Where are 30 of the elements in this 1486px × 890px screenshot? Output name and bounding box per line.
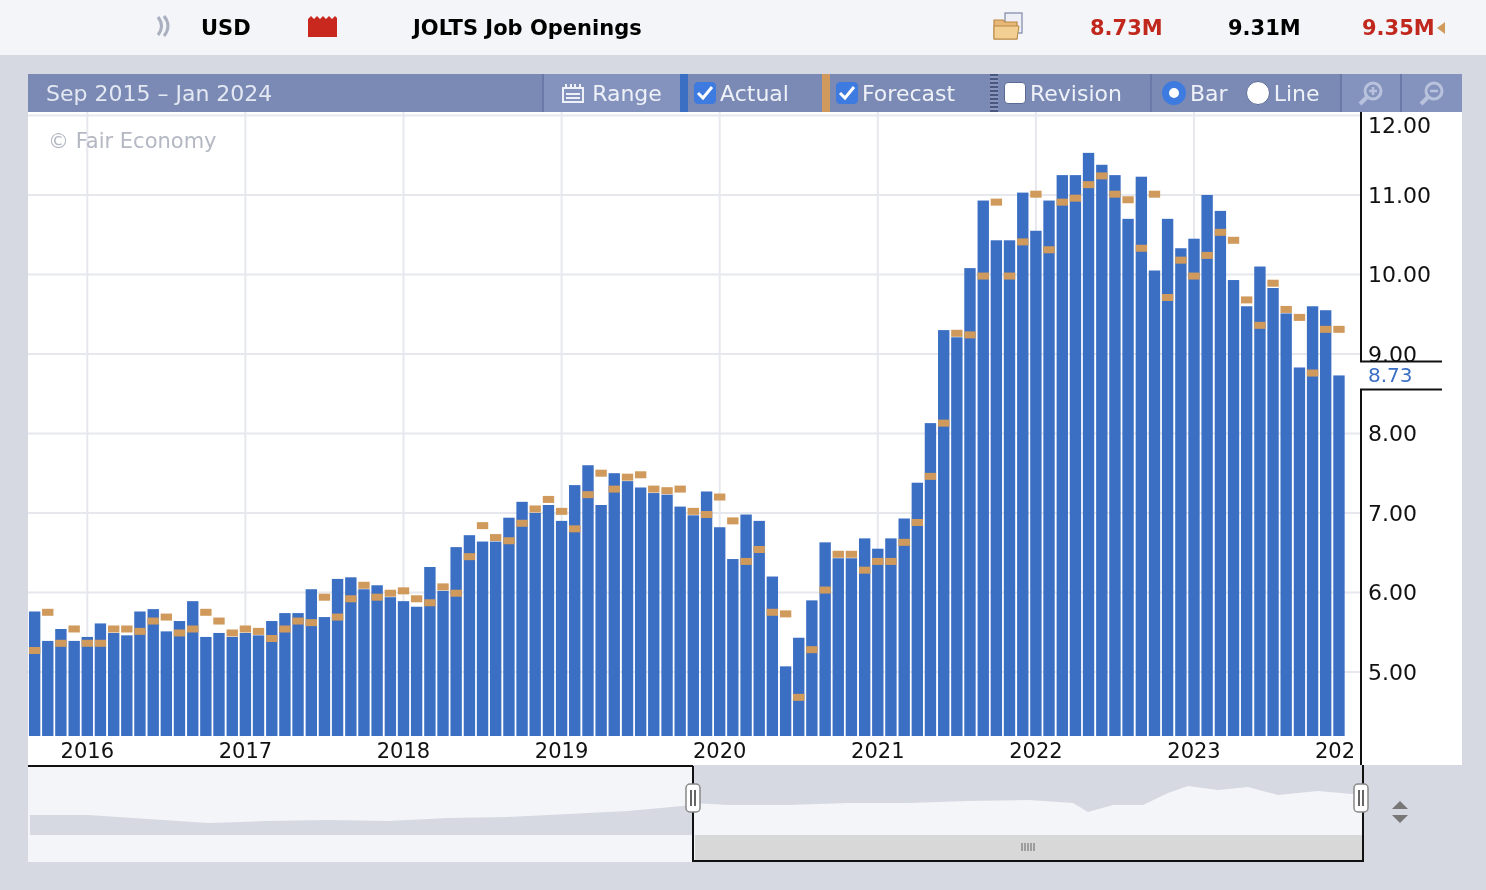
- actual-value: 8.73M: [1090, 15, 1164, 40]
- series-toggle[interactable]: Revision: [998, 74, 1150, 112]
- chart-type-option[interactable]: Line: [1239, 80, 1326, 106]
- x-axis-label: 2019: [534, 739, 589, 763]
- previous-value: 9.35M: [1362, 15, 1435, 40]
- y-axis-label: 8.00: [1368, 421, 1417, 447]
- x-axis-label: 2017: [218, 739, 273, 763]
- event-title[interactable]: JOLTS Job Openings: [413, 15, 993, 40]
- series-toggle[interactable]: Actual: [688, 74, 822, 112]
- range-button[interactable]: Range: [542, 74, 680, 112]
- x-axis-label: 2021: [851, 739, 905, 763]
- x-axis-label: 2023: [1167, 739, 1221, 763]
- x-axis-label: 2018: [376, 739, 431, 763]
- forecast-value: 9.31M: [1228, 15, 1302, 40]
- x-axis-label: 202: [1314, 739, 1355, 763]
- x-axis-label: 2020: [692, 739, 747, 763]
- y-axis-label: 11.00: [1368, 183, 1431, 208]
- chart-credit: © Fair Economy: [48, 129, 217, 153]
- chart-type-option[interactable]: Bar: [1156, 80, 1234, 106]
- y-axis-label: 10.00: [1368, 262, 1431, 288]
- currency-code: USD: [201, 15, 252, 40]
- series-toggle[interactable]: Forecast: [830, 74, 990, 112]
- date-range: Sep 2015 – Jan 2024: [45, 79, 274, 108]
- y-axis-label: 5.00: [1368, 659, 1417, 685]
- x-axis-label: 2016: [60, 739, 114, 763]
- y-axis-label: 7.00: [1368, 500, 1417, 526]
- y-axis-label: 6.00: [1368, 580, 1417, 606]
- y-axis-label: 12.00: [1368, 113, 1431, 138]
- current-value-label: 8.73: [1368, 363, 1413, 388]
- x-axis-label: 2022: [1009, 739, 1063, 763]
